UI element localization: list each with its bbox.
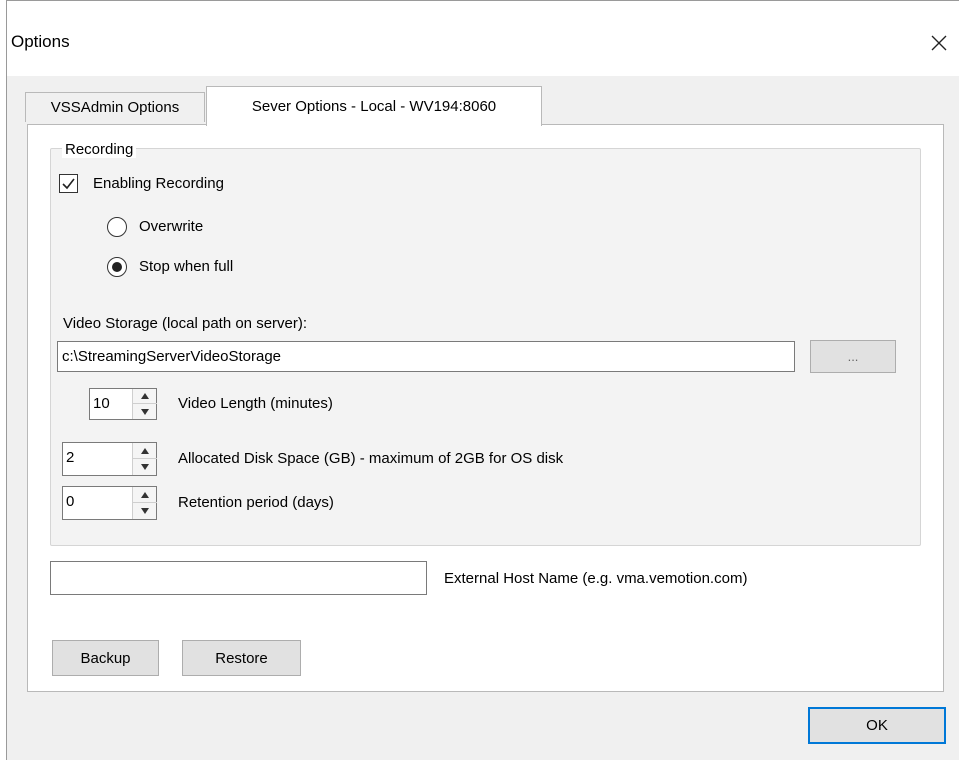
restore-button[interactable]: Restore bbox=[182, 640, 301, 676]
disk-space-label: Allocated Disk Space (GB) - maximum of 2… bbox=[178, 450, 564, 467]
spinner-buttons bbox=[132, 443, 157, 475]
disk-space-value: 2 bbox=[66, 449, 75, 466]
disk-space-spinner[interactable]: 2 bbox=[62, 442, 157, 476]
video-storage-path-input[interactable]: c:\StreamingServerVideoStorage bbox=[57, 341, 795, 372]
enable-recording-checkbox[interactable] bbox=[59, 174, 78, 193]
spin-down-button[interactable] bbox=[133, 404, 157, 419]
enable-recording-label: Enabling Recording bbox=[93, 175, 224, 192]
window-title: Options bbox=[11, 32, 70, 51]
video-storage-label: Video Storage (local path on server): bbox=[63, 315, 308, 332]
arrow-down-icon bbox=[141, 508, 149, 514]
checkmark-icon bbox=[62, 178, 75, 190]
video-storage-path-value: c:\StreamingServerVideoStorage bbox=[62, 348, 282, 365]
tab-label: Sever Options - Local - WV194:8060 bbox=[251, 98, 497, 115]
arrow-up-icon bbox=[141, 393, 149, 399]
spinner-buttons bbox=[132, 487, 157, 519]
arrow-up-icon bbox=[141, 447, 149, 454]
stop-when-full-label: Stop when full bbox=[139, 258, 234, 275]
arrow-up-icon bbox=[141, 491, 149, 498]
overwrite-radio[interactable] bbox=[107, 217, 127, 237]
spin-up-button[interactable] bbox=[133, 487, 157, 503]
backup-button[interactable]: Backup bbox=[52, 640, 159, 676]
retention-label: Retention period (days) bbox=[178, 494, 334, 511]
ok-button[interactable]: OK bbox=[808, 707, 946, 744]
spinner-buttons bbox=[132, 389, 157, 419]
close-icon bbox=[931, 35, 947, 51]
spin-up-button[interactable] bbox=[133, 389, 157, 404]
tab-label: VSSAdmin Options bbox=[50, 99, 180, 116]
radio-selected-dot bbox=[112, 262, 122, 272]
tab-vssadmin-options[interactable]: VSSAdmin Options bbox=[25, 92, 205, 122]
spin-down-button[interactable] bbox=[133, 459, 157, 475]
stop-when-full-radio[interactable] bbox=[107, 257, 127, 277]
retention-spinner[interactable]: 0 bbox=[62, 486, 157, 520]
external-host-label: External Host Name (e.g. vma.vemotion.co… bbox=[444, 570, 748, 587]
video-length-label: Video Length (minutes) bbox=[178, 395, 333, 412]
browse-button[interactable]: ... bbox=[810, 340, 896, 373]
retention-value: 0 bbox=[66, 493, 75, 510]
recording-group-label: Recording bbox=[62, 141, 137, 158]
tab-server-options[interactable]: Sever Options - Local - WV194:8060 bbox=[206, 86, 542, 126]
close-button[interactable] bbox=[919, 23, 959, 63]
restore-button-label: Restore bbox=[215, 649, 268, 667]
video-length-value: 10 bbox=[93, 395, 110, 412]
overwrite-label: Overwrite bbox=[139, 218, 204, 235]
spin-down-button[interactable] bbox=[133, 503, 157, 519]
external-host-input[interactable] bbox=[50, 561, 427, 595]
backup-button-label: Backup bbox=[80, 649, 131, 667]
title-bar: Options bbox=[7, 1, 959, 76]
arrow-down-icon bbox=[141, 408, 149, 415]
ok-button-label: OK bbox=[866, 717, 888, 734]
browse-button-label: ... bbox=[847, 349, 859, 364]
video-length-spinner[interactable]: 10 bbox=[89, 388, 157, 420]
spin-up-button[interactable] bbox=[133, 443, 157, 459]
arrow-down-icon bbox=[141, 464, 149, 470]
